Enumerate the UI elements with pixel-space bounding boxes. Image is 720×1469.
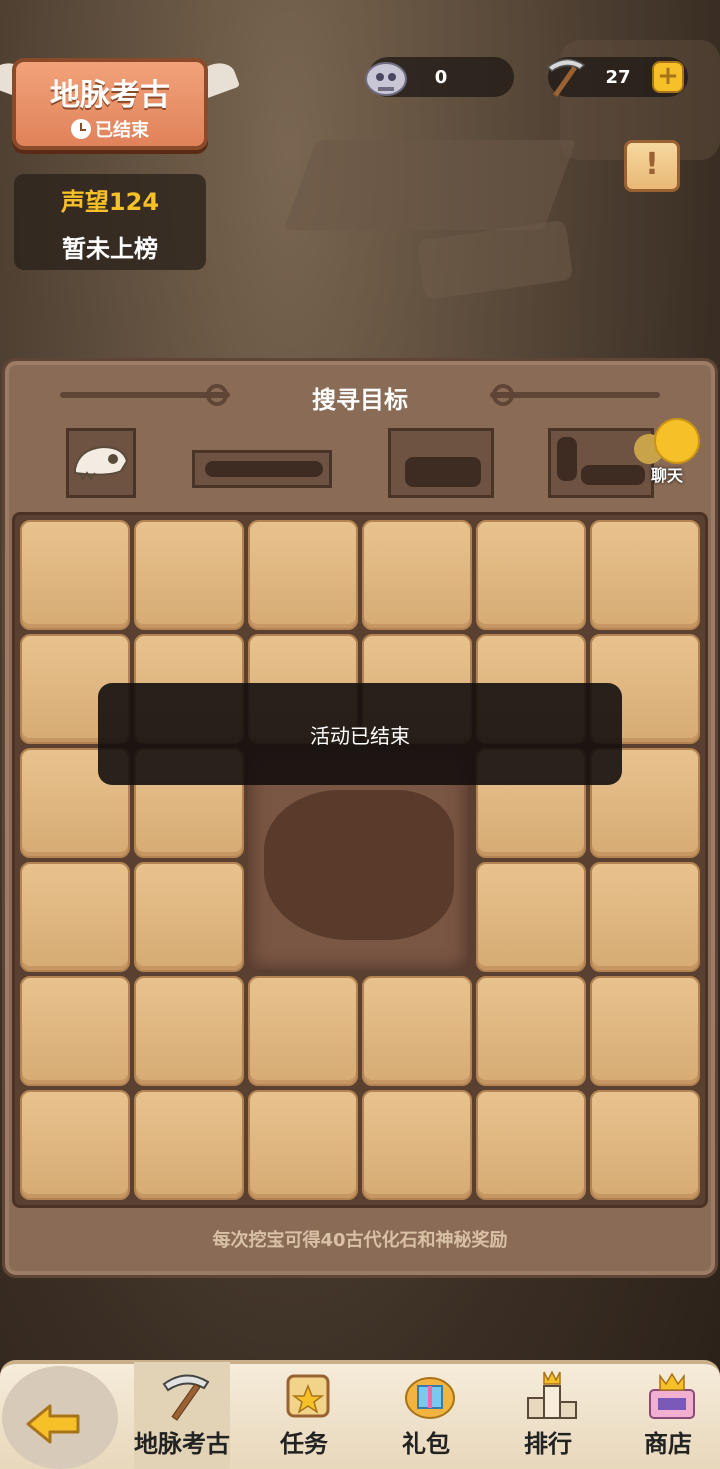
target-skull: [66, 428, 136, 498]
rules-info-button[interactable]: !: [624, 140, 680, 192]
dig-tile[interactable]: [362, 976, 472, 1086]
dig-tile[interactable]: [134, 520, 244, 630]
smiley-icon: [654, 418, 700, 464]
event-title: 地脉考古: [50, 78, 170, 113]
nav-label: 地脉考古: [134, 1430, 230, 1458]
event-status-text: 已结束: [95, 120, 149, 141]
nav-label: 排行: [524, 1430, 572, 1458]
toast-message: 活动已结束: [98, 683, 622, 785]
toast-text: 活动已结束: [310, 723, 410, 748]
dig-tile[interactable]: [20, 1090, 130, 1200]
dig-tile[interactable]: [476, 1090, 586, 1200]
nav-label: 礼包: [402, 1430, 450, 1458]
dig-tile[interactable]: [362, 1090, 472, 1200]
nav-label: 商店: [644, 1430, 692, 1458]
dig-reward-hint: 每次挖宝可得40古代化石和神秘奖励: [212, 1230, 508, 1251]
claw-silhouette-icon: [405, 457, 481, 487]
rank-status: 暂未上榜: [62, 235, 158, 263]
chat-button[interactable]: 聊天: [634, 418, 700, 488]
podium-icon: [527, 1370, 577, 1419]
dig-tile[interactable]: [20, 976, 130, 1086]
dig-tile[interactable]: [590, 520, 700, 630]
add-pickaxe-button[interactable]: +: [652, 61, 684, 93]
dig-tile[interactable]: [476, 520, 586, 630]
dig-tile[interactable]: [20, 520, 130, 630]
pickaxe-currency: 27 +: [546, 57, 688, 97]
dig-tile[interactable]: [476, 976, 586, 1086]
task-scroll-icon: [286, 1374, 330, 1418]
bone-silhouette-icon: [557, 437, 577, 481]
search-target-title: 搜寻目标: [312, 386, 408, 414]
dino-skull-icon: [74, 445, 129, 481]
reputation-box[interactable]: 声望124 暂未上榜: [14, 174, 206, 270]
event-status: 已结束: [16, 116, 204, 142]
fossil-count: 0: [434, 66, 448, 88]
chat-label: 聊天: [650, 466, 683, 485]
target-spine: [192, 450, 332, 488]
reputation-score: 声望124: [60, 188, 160, 216]
dig-tile[interactable]: [362, 520, 472, 630]
dig-tile[interactable]: [134, 862, 244, 972]
nav-ranking[interactable]: 排行: [500, 1362, 596, 1469]
nav-archaeology[interactable]: 地脉考古: [134, 1362, 230, 1469]
shop-icon: [649, 1372, 695, 1419]
target-claw: [388, 428, 494, 498]
dig-tile[interactable]: [134, 1090, 244, 1200]
event-title-banner: 地脉考古 已结束: [12, 58, 208, 150]
dig-tile[interactable]: [248, 520, 358, 630]
fossil-currency: 0: [365, 57, 514, 97]
dig-tile[interactable]: [476, 862, 586, 972]
dig-tile[interactable]: [134, 976, 244, 1086]
dig-tile[interactable]: [590, 862, 700, 972]
nav-tasks[interactable]: 任务: [256, 1362, 352, 1469]
dig-tile[interactable]: [248, 1090, 358, 1200]
gift-icon: [405, 1377, 455, 1419]
spine-silhouette-icon: [205, 461, 323, 477]
nav-label: 任务: [280, 1430, 328, 1458]
nav-shop[interactable]: 商店: [620, 1362, 716, 1469]
back-arrow-icon: [26, 1404, 80, 1444]
background-rock: [283, 140, 577, 230]
pickaxe-icon: [162, 1374, 210, 1421]
dig-tile[interactable]: [20, 862, 130, 972]
dig-tile[interactable]: [248, 976, 358, 1086]
nav-gifts[interactable]: 礼包: [378, 1362, 474, 1469]
dig-tile[interactable]: [590, 1090, 700, 1200]
dig-tile[interactable]: [590, 976, 700, 1086]
fossil-outline: [264, 790, 454, 940]
clock-icon: [71, 119, 91, 139]
